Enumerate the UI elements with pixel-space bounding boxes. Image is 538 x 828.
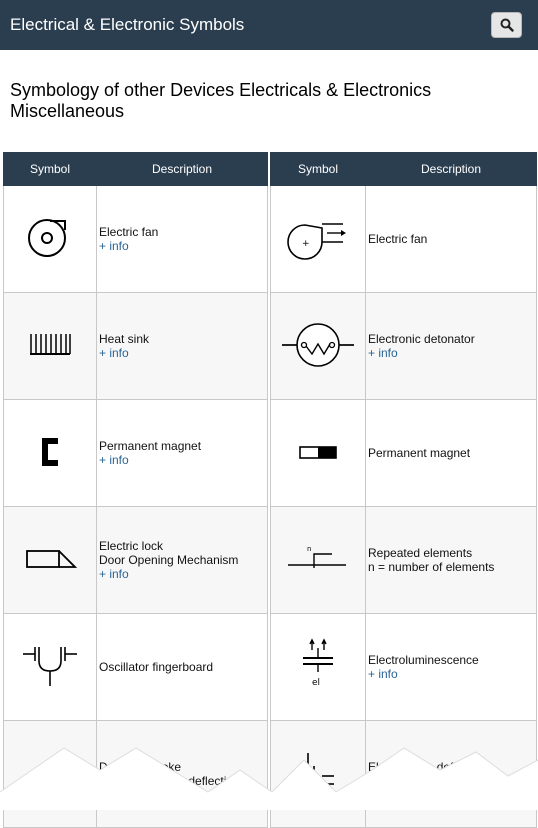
description-column-header: Description (365, 152, 537, 186)
permanent-magnet-icon (42, 437, 58, 466)
description-text: Oscillator fingerboard (99, 660, 214, 674)
symbol-cell (270, 399, 366, 507)
oscillator-fingerboard-icon (23, 646, 77, 686)
symbols-table-left: Symbol Description Electric fan + info H… (3, 152, 268, 828)
description-cell: Electrostatic deflection + info (365, 720, 537, 828)
description-cell: Oscillator fingerboard (96, 613, 268, 721)
info-link[interactable]: + info (99, 239, 267, 253)
info-link[interactable]: + info (99, 567, 267, 581)
table-row: Electric fan + info (3, 185, 268, 293)
info-link[interactable]: + info (368, 667, 536, 681)
top-app-bar: Electrical & Electronic Symbols (0, 0, 538, 50)
description-text: Door Opening Mechanism (99, 553, 239, 567)
symbol-cell (3, 185, 97, 293)
description-text: Electronic detonator (368, 332, 475, 346)
symbol-cell: + (270, 185, 366, 293)
symbol-cell (3, 506, 97, 614)
description-text: Electrostatic deflection (368, 760, 489, 774)
table-row: el Electroluminescence + info (270, 613, 537, 721)
description-cell: Permanent magnet + info (96, 399, 268, 507)
symbol-cell (270, 720, 366, 828)
symbol-cell (3, 292, 97, 400)
description-text: Heat sink (99, 332, 150, 346)
description-text: Electric lock (99, 539, 164, 553)
symbol-cell: el (270, 613, 366, 721)
table-row: Permanent magnet + info (3, 399, 268, 507)
info-link[interactable]: + info (368, 346, 536, 360)
symbol-cell (3, 613, 97, 721)
electric-lock-icon (26, 549, 78, 568)
description-cell: Electric fan (365, 185, 537, 293)
description-text: Permanent magnet (368, 446, 471, 460)
electric-fan-icon (28, 218, 66, 257)
page-heading: Symbology of other Devices Electricals &… (10, 80, 432, 121)
table-row: n Repeated elements n = number of elemen… (270, 506, 537, 614)
description-text: Electromagnetic deflection (99, 774, 240, 788)
symbol-column-header: Symbol (270, 152, 366, 186)
permanent-magnet-alt-icon (299, 445, 337, 459)
table-row: Heat sink + info (3, 292, 268, 400)
table-row: Electric lock Door Opening Mechanism + i… (3, 506, 268, 614)
symbol-column-header: Symbol (3, 152, 97, 186)
table-row: Electrostatic deflection + info (270, 720, 537, 828)
heat-sink-icon (30, 333, 71, 355)
electrostatic-deflection-icon (307, 752, 334, 785)
table-row: Electronic detonator + info (270, 292, 537, 400)
symbol-cell (270, 292, 366, 400)
table-row: + Electric fan (270, 185, 537, 293)
electroluminescence-icon: el (303, 637, 333, 688)
electric-fan-alt-icon: + (287, 222, 346, 260)
description-cell: Electric lock Door Opening Mechanism + i… (96, 506, 268, 614)
info-link[interactable]: + info (99, 346, 267, 360)
info-link[interactable]: + info (99, 453, 267, 467)
app-title: Electrical & Electronic Symbols (10, 15, 245, 34)
description-text: Permanent magnet (99, 439, 202, 453)
description-cell: Electroluminescence + info (365, 613, 537, 721)
table-row: Permanent magnet (270, 399, 537, 507)
description-cell: Heat sink + info (96, 292, 268, 400)
symbol-cell: n (270, 506, 366, 614)
deflection-yoke-icon (27, 775, 73, 788)
search-button[interactable] (491, 12, 522, 38)
description-text: n = number of elements (368, 560, 495, 574)
description-cell: Deflection yoke Electromagnetic deflecti… (96, 720, 268, 828)
description-text: Electric fan (368, 232, 428, 246)
description-text: Repeated elements (368, 546, 473, 560)
description-cell: Permanent magnet (365, 399, 537, 507)
description-text: Electroluminescence (368, 653, 479, 667)
repeated-n-label: n (307, 545, 311, 553)
info-link[interactable]: + info (368, 774, 536, 788)
table-row: Oscillator fingerboard (3, 613, 268, 721)
description-text: Deflection yoke (99, 760, 182, 774)
symbol-cell (3, 399, 97, 507)
search-icon (500, 18, 514, 32)
electroluminescence-el-label: el (312, 678, 320, 688)
table-row: Deflection yoke Electromagnetic deflecti… (3, 720, 268, 828)
description-text: Electric fan (99, 225, 159, 239)
description-column-header: Description (96, 152, 268, 186)
symbols-table-right: Symbol Description + Electric fan Electr… (270, 152, 537, 828)
description-cell: Electronic detonator + info (365, 292, 537, 400)
electronic-detonator-icon (282, 322, 354, 367)
description-cell: Electric fan + info (96, 185, 268, 293)
symbol-cell (3, 720, 97, 828)
repeated-elements-icon: n (288, 545, 346, 568)
description-cell: Repeated elements n = number of elements (365, 506, 537, 614)
fan-plus-label: + (302, 239, 310, 249)
